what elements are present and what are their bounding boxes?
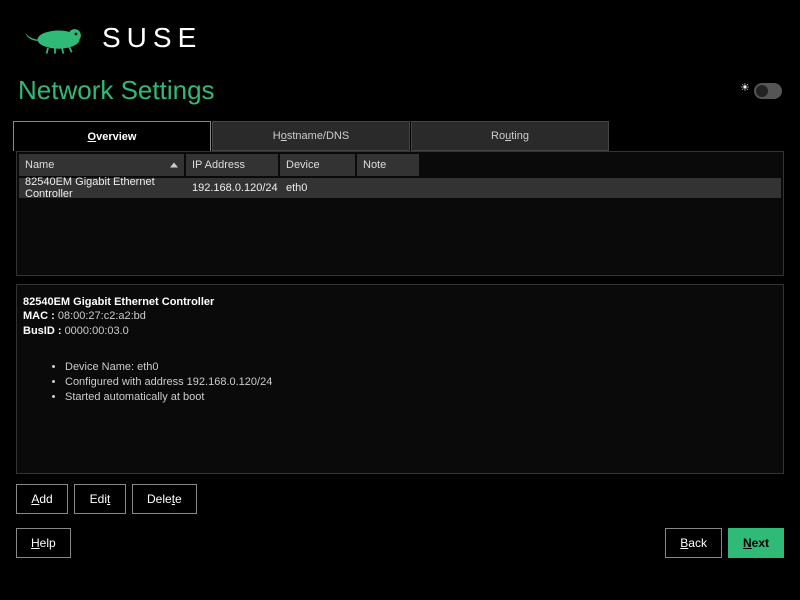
tab-hostname-dns[interactable]: Hostname/DNS bbox=[212, 121, 410, 151]
next-button[interactable]: Next bbox=[728, 528, 784, 558]
interface-detail: 82540EM Gigabit Ethernet Controller MAC … bbox=[16, 284, 784, 474]
tab-routing[interactable]: Routing bbox=[411, 121, 609, 151]
chameleon-icon bbox=[20, 20, 90, 55]
tab-bar: Overview Hostname/DNS Routing bbox=[0, 121, 800, 151]
detail-list: Device Name: eth0 Configured with addres… bbox=[65, 360, 777, 405]
table-row[interactable]: 82540EM Gigabit Ethernet Controller 192.… bbox=[19, 178, 781, 198]
busid-label: BusID : bbox=[23, 325, 65, 337]
back-button[interactable]: Back bbox=[665, 528, 722, 558]
cell-note bbox=[357, 178, 419, 198]
cell-name: 82540EM Gigabit Ethernet Controller bbox=[19, 178, 184, 198]
edit-button[interactable]: Edit bbox=[74, 484, 126, 514]
brand-logo: SUSE bbox=[20, 20, 202, 55]
table-header: Name IP Address Device Note bbox=[17, 152, 783, 178]
column-header-note[interactable]: Note bbox=[357, 154, 419, 176]
column-header-name[interactable]: Name bbox=[19, 154, 184, 176]
action-buttons: Add Edit Delete bbox=[0, 474, 800, 514]
busid-value: 0000:00:03.0 bbox=[65, 325, 129, 337]
theme-toggle[interactable] bbox=[754, 83, 782, 99]
list-item: Started automatically at boot bbox=[65, 390, 777, 404]
mac-label: MAC : bbox=[23, 310, 58, 322]
interfaces-table: Name IP Address Device Note 82540EM Giga… bbox=[16, 151, 784, 276]
delete-button[interactable]: Delete bbox=[132, 484, 197, 514]
footer: Help Back Next bbox=[0, 514, 800, 558]
list-item: Device Name: eth0 bbox=[65, 360, 777, 374]
mac-value: 08:00:27:c2:a2:bd bbox=[58, 310, 146, 322]
app-header: SUSE bbox=[0, 0, 800, 75]
tab-overview[interactable]: Overview bbox=[13, 121, 211, 151]
column-header-device[interactable]: Device bbox=[280, 154, 355, 176]
list-item: Configured with address 192.168.0.120/24 bbox=[65, 375, 777, 389]
column-header-ip[interactable]: IP Address bbox=[186, 154, 278, 176]
theme-toggle-knob bbox=[756, 85, 768, 97]
cell-device: eth0 bbox=[280, 178, 355, 198]
brand-text: SUSE bbox=[102, 22, 202, 54]
add-button[interactable]: Add bbox=[16, 484, 68, 514]
detail-title: 82540EM Gigabit Ethernet Controller bbox=[23, 296, 214, 308]
page-title: Network Settings bbox=[18, 75, 215, 106]
cell-ip: 192.168.0.120/24 bbox=[186, 178, 278, 198]
help-button[interactable]: Help bbox=[16, 528, 71, 558]
